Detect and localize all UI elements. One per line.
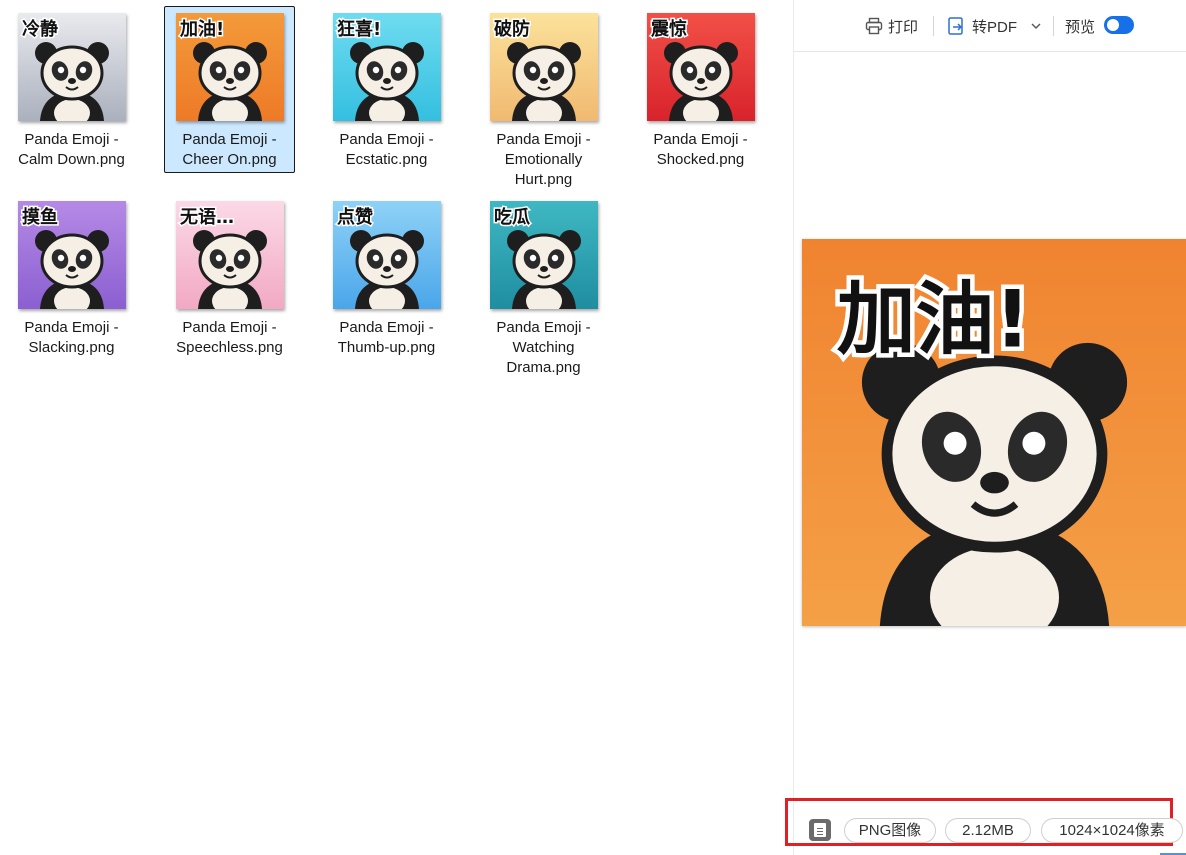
thumbnail-caption: 震惊 bbox=[651, 18, 687, 40]
file-item-speechless[interactable]: 无语… Panda Emoji - Speechless.png bbox=[164, 194, 295, 361]
preview-image: 加油! bbox=[802, 239, 1186, 626]
preview-label-wrap: 预览 bbox=[1065, 13, 1095, 39]
print-label: 打印 bbox=[888, 18, 919, 36]
to-pdf-label: 转PDF bbox=[972, 18, 1018, 36]
file-name: Panda Emoji - Ecstatic.png bbox=[339, 131, 434, 168]
thumbnail-caption: 加油! bbox=[179, 18, 224, 40]
file-name: Panda Emoji - Cheer On.png bbox=[182, 131, 277, 168]
file-info-bar: PNG图像 2.12MB 1024×1024像素 bbox=[785, 798, 1183, 846]
toolbar-divider bbox=[933, 16, 934, 36]
printer-icon bbox=[865, 17, 883, 35]
file-thumbnail: 狂喜! bbox=[333, 13, 441, 121]
file-thumbnail: 冷静 bbox=[18, 13, 126, 121]
toolbar-divider bbox=[1053, 16, 1054, 36]
file-item-thumb-up[interactable]: 点赞 Panda Emoji - Thumb-up.png bbox=[321, 194, 452, 361]
thumbnail-caption: 加油! bbox=[837, 274, 1031, 366]
file-size-badge: 2.12MB bbox=[945, 818, 1031, 843]
file-thumbnail: 破防 bbox=[490, 13, 598, 121]
file-thumbnail: 震惊 bbox=[647, 13, 755, 121]
file-thumbnail: 摸鱼 bbox=[18, 201, 126, 309]
file-item-watching-drama[interactable]: 吃瓜 Panda Emoji - Watching Drama.png bbox=[478, 194, 609, 381]
file-name: Panda Emoji - Shocked.png bbox=[653, 131, 748, 168]
file-name: Panda Emoji - Speechless.png bbox=[176, 319, 283, 356]
file-name: Panda Emoji - Slacking.png bbox=[24, 319, 119, 356]
file-item-shocked[interactable]: 震惊 Panda Emoji - Shocked.png bbox=[635, 6, 766, 173]
preview-pane: 打印 转PDF 预览 加油! PNG图像 2.12MB 1024×1024像素 bbox=[785, 0, 1186, 855]
file-thumbnail: 点赞 bbox=[333, 201, 441, 309]
thumbnail-caption: 冷静 bbox=[22, 18, 58, 40]
file-type-icon bbox=[809, 819, 831, 841]
preview-toggle[interactable] bbox=[1104, 16, 1134, 34]
file-item-ecstatic[interactable]: 狂喜! Panda Emoji - Ecstatic.png bbox=[321, 6, 452, 173]
file-name: Panda Emoji - Calm Down.png bbox=[18, 131, 125, 168]
thumbnail-caption: 点赞 bbox=[337, 206, 373, 228]
file-item-slacking[interactable]: 摸鱼 Panda Emoji - Slacking.png bbox=[6, 194, 137, 361]
thumbnail-caption: 吃瓜 bbox=[494, 206, 530, 228]
toggle-knob bbox=[1107, 19, 1119, 31]
file-grid: 冷静 Panda Emoji - Calm Down.png 加油! Panda … bbox=[0, 0, 793, 855]
file-type-badge: PNG图像 bbox=[844, 818, 936, 843]
convert-pdf-icon bbox=[948, 17, 963, 35]
chevron-down-icon bbox=[1031, 23, 1041, 29]
to-pdf-button[interactable]: 转PDF bbox=[947, 13, 1017, 39]
pdf-options-dropdown[interactable] bbox=[1030, 13, 1047, 39]
file-name: Panda Emoji - Thumb-up.png bbox=[337, 319, 436, 356]
file-thumbnail: 吃瓜 bbox=[490, 201, 598, 309]
file-item-calm-down[interactable]: 冷静 Panda Emoji - Calm Down.png bbox=[6, 6, 137, 173]
file-thumbnail: 无语… bbox=[176, 201, 284, 309]
preview-toolbar: 打印 转PDF 预览 bbox=[794, 0, 1186, 52]
file-name: Panda Emoji - Watching Drama.png bbox=[496, 319, 591, 376]
file-item-emotionally-hurt[interactable]: 破防 Panda Emoji - Emotionally Hurt.png bbox=[478, 6, 609, 193]
file-item-cheer-on[interactable]: 加油! Panda Emoji - Cheer On.png bbox=[164, 6, 295, 173]
file-thumbnail: 加油! bbox=[176, 13, 284, 121]
file-name: Panda Emoji - Emotionally Hurt.png bbox=[496, 131, 591, 188]
thumbnail-caption: 无语… bbox=[180, 207, 234, 228]
print-button[interactable]: 打印 bbox=[865, 13, 918, 39]
image-dimensions-badge: 1024×1024像素 bbox=[1041, 818, 1183, 843]
thumbnail-caption: 摸鱼 bbox=[22, 206, 58, 228]
thumbnail-caption: 破防 bbox=[494, 18, 530, 40]
thumbnail-caption: 狂喜! bbox=[337, 19, 381, 40]
preview-label: 预览 bbox=[1065, 18, 1096, 36]
